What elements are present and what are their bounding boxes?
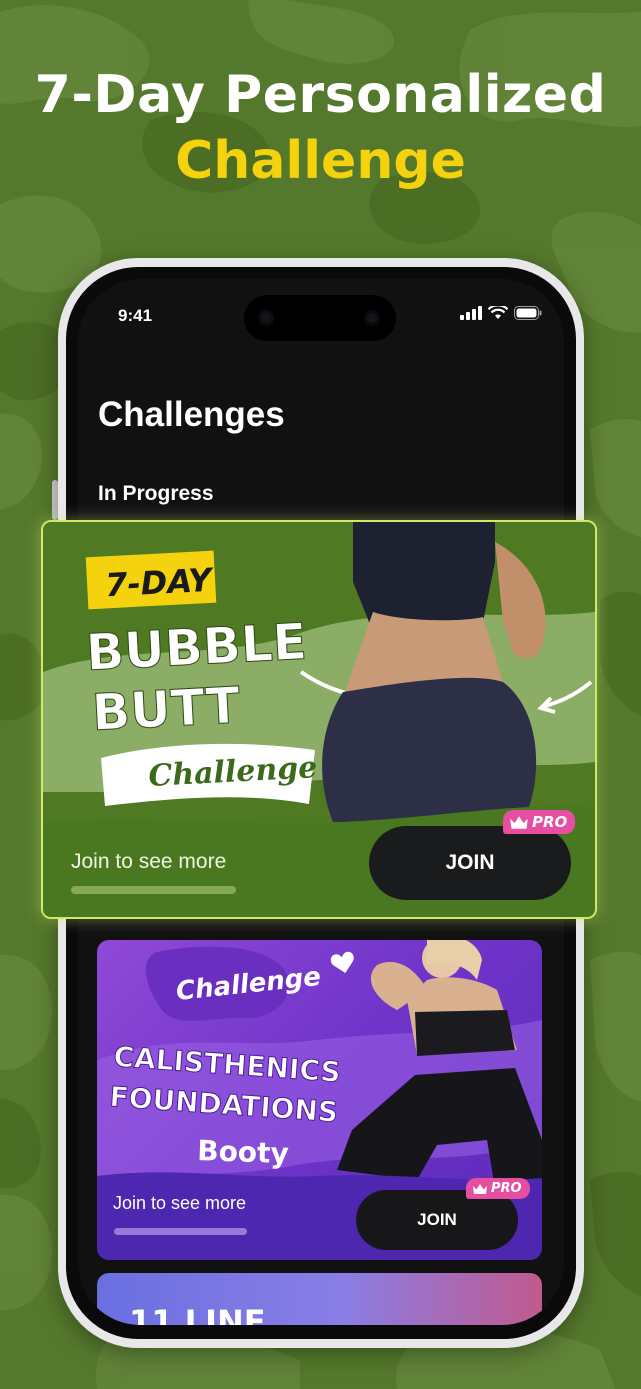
- section-heading: In Progress: [98, 482, 214, 505]
- calisthenics-tagline: Join to see more: [113, 1193, 247, 1213]
- pro-badge: PRO: [466, 1178, 530, 1199]
- status-time: 9:41: [118, 306, 153, 325]
- page-title: Challenges: [98, 395, 285, 434]
- headline-line-1: 7-Day Personalized: [34, 65, 607, 125]
- crown-icon: [473, 1183, 487, 1194]
- challenge-card-bubble-butt[interactable]: 7-DAY BUBBLE BUTT Challenge Join to see …: [41, 520, 597, 919]
- bubble-butt-title-line-1: BUBBLE: [85, 612, 309, 681]
- challenge-card-partial[interactable]: 11 LINE: [97, 1273, 542, 1325]
- wifi-icon: [488, 306, 508, 319]
- camera-lens: [364, 310, 380, 326]
- bubble-butt-progress-bar: [71, 886, 236, 894]
- pro-badge: PRO: [503, 810, 576, 834]
- pro-label: PRO: [491, 1181, 522, 1196]
- camera-sensor: [258, 310, 274, 326]
- bubble-butt-tagline: Join to see more: [71, 850, 227, 873]
- promo-headline: 7-Day Personalized Challenge: [0, 62, 641, 194]
- seven-day-badge-text: 7-DAY: [104, 561, 215, 605]
- bubble-butt-title-line-2: BUTT: [91, 676, 242, 742]
- heart-icon: [330, 951, 354, 974]
- headline-line-2: Challenge: [175, 131, 466, 191]
- challenge-card-calisthenics[interactable]: Challenge CALISTHENICS FOUNDATIONS Booty…: [97, 940, 542, 1260]
- crown-icon: [510, 815, 528, 829]
- partial-card-title: 11 LINE: [129, 1303, 266, 1325]
- join-calisthenics-button[interactable]: JOIN: [356, 1190, 518, 1250]
- join-bubble-butt-button[interactable]: JOIN: [369, 826, 571, 900]
- signal-icon: [460, 306, 482, 320]
- battery-icon: [514, 306, 542, 320]
- calisthenics-subtitle: Booty: [197, 1134, 290, 1170]
- status-icons: [460, 306, 542, 320]
- calisthenics-progress-bar: [114, 1228, 247, 1235]
- pro-label: PRO: [532, 813, 568, 831]
- dynamic-island: [244, 295, 396, 341]
